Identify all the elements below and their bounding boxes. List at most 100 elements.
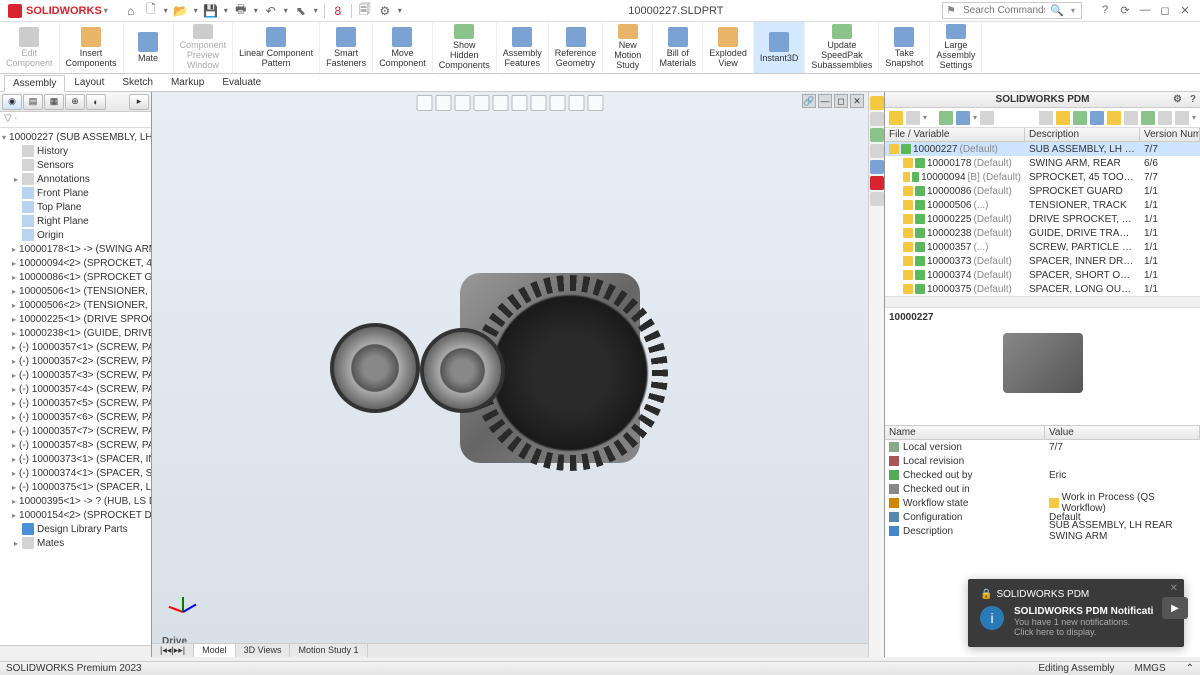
expand-icon[interactable]: ▸ [12, 273, 16, 282]
ribbon-take[interactable]: Take Snapshot [879, 22, 930, 73]
apply-scene-icon[interactable] [569, 95, 585, 111]
view-palette-tab-icon[interactable] [870, 160, 884, 174]
motion-tab[interactable]: Motion Study 1 [290, 644, 367, 657]
pdm-prop-col-value[interactable]: Value [1045, 426, 1200, 439]
pdm-row[interactable]: 10000094 [B] (Default)SPROCKET, 45 TOOTH… [885, 170, 1200, 184]
expand-icon[interactable]: ▸ [12, 245, 16, 254]
tree-item[interactable]: ▸(-) 10000357<7> (SCREW, PARTICL [0, 424, 151, 438]
ribbon-component[interactable]: Component Preview Window [174, 22, 234, 73]
pdm-tab-icon[interactable] [870, 96, 884, 110]
expand-icon[interactable]: ▸ [12, 413, 16, 422]
ribbon-large[interactable]: Large Assembly Settings [930, 22, 982, 73]
pdm-checkin-icon[interactable] [956, 111, 970, 125]
expand-icon[interactable]: ▸ [12, 385, 16, 394]
rebuild-icon[interactable]: 8 [329, 2, 347, 20]
tree-item[interactable]: ▸10000225<1> (DRIVE SPROCKET, TR [0, 312, 151, 326]
expand-icon[interactable]: ▸ [12, 371, 16, 380]
tree-tab-feature[interactable]: ◉ [2, 94, 22, 110]
tree-item[interactable]: Design Library Parts [0, 522, 151, 536]
tree-tab-property[interactable]: ▤ [23, 94, 43, 110]
expand-icon[interactable]: ▸ [12, 427, 16, 436]
pdm-help-icon[interactable]: ? [1190, 94, 1196, 105]
toast-close-icon[interactable]: ✕ [1170, 583, 1178, 594]
expand-icon[interactable]: ▸ [12, 455, 16, 464]
expand-icon[interactable]: ▸ [12, 399, 16, 408]
undo-icon[interactable]: ↶ [262, 2, 280, 20]
expand-icon[interactable]: ▸ [12, 357, 16, 366]
tree-item[interactable]: ▸(-) 10000357<6> (SCREW, PARTICL [0, 410, 151, 424]
pdm-row[interactable]: 10000227 (Default)SUB ASSEMBLY, LH REAR … [885, 142, 1200, 156]
ribbon-insert[interactable]: Insert Components [60, 22, 124, 73]
status-chevron[interactable]: ⌃ [1186, 663, 1194, 674]
expand-icon[interactable]: ▸ [12, 301, 16, 310]
custom-props-tab-icon[interactable] [870, 192, 884, 206]
pdm-row[interactable]: 10000373 (Default)SPACER, INNER DRIVE SP… [885, 254, 1200, 268]
tree-item[interactable]: ▸10000238<1> (GUIDE, DRIVE TRACK [0, 326, 151, 340]
pdm-list-icon[interactable] [1056, 111, 1070, 125]
pdm-i7-icon[interactable] [1141, 111, 1155, 125]
tab-layout[interactable]: Layout [65, 74, 113, 91]
tree-tab-expand[interactable]: ▸ [129, 94, 149, 110]
pdm-i5-icon[interactable] [1107, 111, 1121, 125]
pdm-row[interactable]: 10000225 (Default)DRIVE SPROCKET, TRACK … [885, 212, 1200, 226]
hide-show-icon[interactable] [531, 95, 547, 111]
pdm-col-file[interactable]: File / Variable [885, 128, 1025, 141]
tree-item[interactable]: ▸(-) 10000357<3> (SCREW, PARTICL [0, 368, 151, 382]
tree-item[interactable]: Top Plane [0, 200, 151, 214]
tree-item[interactable]: ▸(-) 10000357<1> (SCREW, PARTICL [0, 340, 151, 354]
tree-item[interactable]: ▸(-) 10000357<8> (SCREW, PARTICL [0, 438, 151, 452]
pdm-i6-icon[interactable] [1124, 111, 1138, 125]
ribbon-reference[interactable]: Reference Geometry [549, 22, 604, 73]
expand-icon[interactable]: ▸ [12, 343, 16, 352]
pdm-undo-icon[interactable] [980, 111, 994, 125]
ribbon-linear-component[interactable]: Linear Component Pattern [233, 22, 320, 73]
view-triad[interactable] [172, 587, 202, 617]
ribbon-mate[interactable]: Mate [124, 22, 174, 73]
tab-sketch[interactable]: Sketch [113, 74, 162, 91]
doc-close-icon[interactable]: ✕ [850, 94, 864, 108]
pdm-col-ver[interactable]: Version Number [1140, 128, 1200, 141]
expand-icon[interactable]: ▾ [2, 133, 6, 142]
tree-item[interactable]: ▸(-) 10000357<2> (SCREW, PARTICL [0, 354, 151, 368]
pdm-tree-icon[interactable] [1039, 111, 1053, 125]
tree-item[interactable]: ▸(-) 10000373<1> (SPACER, INNER D [0, 452, 151, 466]
expand-icon[interactable]: ▸ [12, 329, 16, 338]
expand-icon[interactable]: ▸ [12, 469, 16, 478]
doc-max-icon[interactable]: ◻ [834, 94, 848, 108]
save-icon[interactable]: 💾 [202, 2, 220, 20]
pdm-prop-header[interactable]: Name Value [885, 426, 1200, 440]
view-settings-icon[interactable] [588, 95, 604, 111]
expand-icon[interactable]: ▸ [12, 497, 16, 506]
ribbon-update[interactable]: Update SpeedPak Subassemblies [805, 22, 879, 73]
pdm-row[interactable]: 10000506 (...)TENSIONER, TRACK1/1 [885, 198, 1200, 212]
feature-tree[interactable]: ▾10000227 (SUB ASSEMBLY, LH REAR SWHisto… [0, 128, 151, 645]
expand-icon[interactable]: ▸ [12, 511, 16, 520]
expand-icon[interactable]: ▸ [12, 315, 16, 324]
tab-evaluate[interactable]: Evaluate [213, 74, 270, 91]
graphics-viewport[interactable]: 🔗 — ◻ ✕ Drive |◂◂|▸▸|Model3D ViewsMotion… [152, 92, 868, 657]
tree-tab-display[interactable]: ◐ [86, 94, 106, 110]
view-orient-icon[interactable] [493, 95, 509, 111]
tree-item[interactable]: Origin [0, 228, 151, 242]
ribbon-exploded[interactable]: Exploded View [703, 22, 754, 73]
section-icon[interactable] [474, 95, 490, 111]
tree-hscroll[interactable] [0, 645, 151, 657]
tree-item[interactable]: ▸10000395<1> -> ? (HUB, LS DRIVE S [0, 494, 151, 508]
help-icon[interactable]: ? [1098, 4, 1112, 17]
pdm-row[interactable]: 10000375 (Default)SPACER, LONG OUTER DRI… [885, 282, 1200, 296]
pdm-i8-icon[interactable] [1158, 111, 1172, 125]
pdm-hscroll[interactable] [885, 296, 1200, 308]
minimize-icon[interactable]: — [1138, 4, 1152, 17]
new-icon[interactable]: 🗋 [142, 2, 160, 20]
tab-assembly[interactable]: Assembly [4, 75, 65, 92]
notification-toast[interactable]: ✕ 🔒 SOLIDWORKS PDM i SOLIDWORKS PDM Noti… [968, 579, 1184, 647]
search-icon[interactable]: 🔍 [1049, 4, 1065, 17]
tree-item[interactable]: ▸10000506<1> (TENSIONER, TRACK) [0, 284, 151, 298]
pdm-row[interactable]: 10000357 (...)SCREW, PARTICLE BOARD, #8 … [885, 240, 1200, 254]
tree-item[interactable]: ▸10000094<2> (SPROCKET, 45 TOOT [0, 256, 151, 270]
pdm-prop-col-name[interactable]: Name [885, 426, 1045, 439]
search-input[interactable] [959, 5, 1049, 16]
ribbon-new[interactable]: New Motion Study [603, 22, 653, 73]
ribbon-move[interactable]: Move Component [373, 22, 433, 73]
pdm-i4-icon[interactable] [1090, 111, 1104, 125]
